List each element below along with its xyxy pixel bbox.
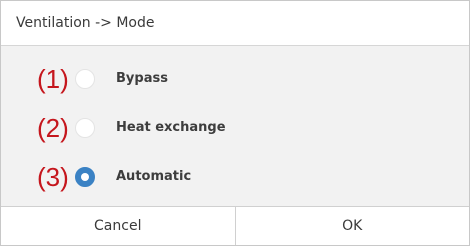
option-heat-exchange[interactable]: (2) Heat exchange [1,103,469,152]
options-panel: (1) Bypass (2) Heat exchange (3) Automat… [1,46,469,207]
ok-button[interactable]: OK [234,207,470,245]
dialog-header: Ventilation -> Mode [1,1,469,46]
option-label: Heat exchange [116,120,226,135]
cancel-button[interactable]: Cancel [1,207,235,245]
mode-dialog: Ventilation -> Mode (1) Bypass (2) Heat … [0,0,470,246]
dialog-title: Ventilation -> Mode [16,15,155,31]
option-bypass[interactable]: (1) Bypass [1,54,469,103]
option-label: Automatic [116,169,192,184]
option-automatic[interactable]: (3) Automatic [1,152,469,201]
option-marker: (1) [37,63,69,94]
option-marker: (3) [37,161,69,192]
dialog-footer: Cancel OK [1,206,469,245]
option-marker: (2) [37,112,69,143]
radio-button-automatic[interactable] [75,166,95,187]
option-label: Bypass [116,71,168,86]
radio-button-heat-exchange[interactable] [75,117,95,138]
radio-button-bypass[interactable] [75,68,95,89]
